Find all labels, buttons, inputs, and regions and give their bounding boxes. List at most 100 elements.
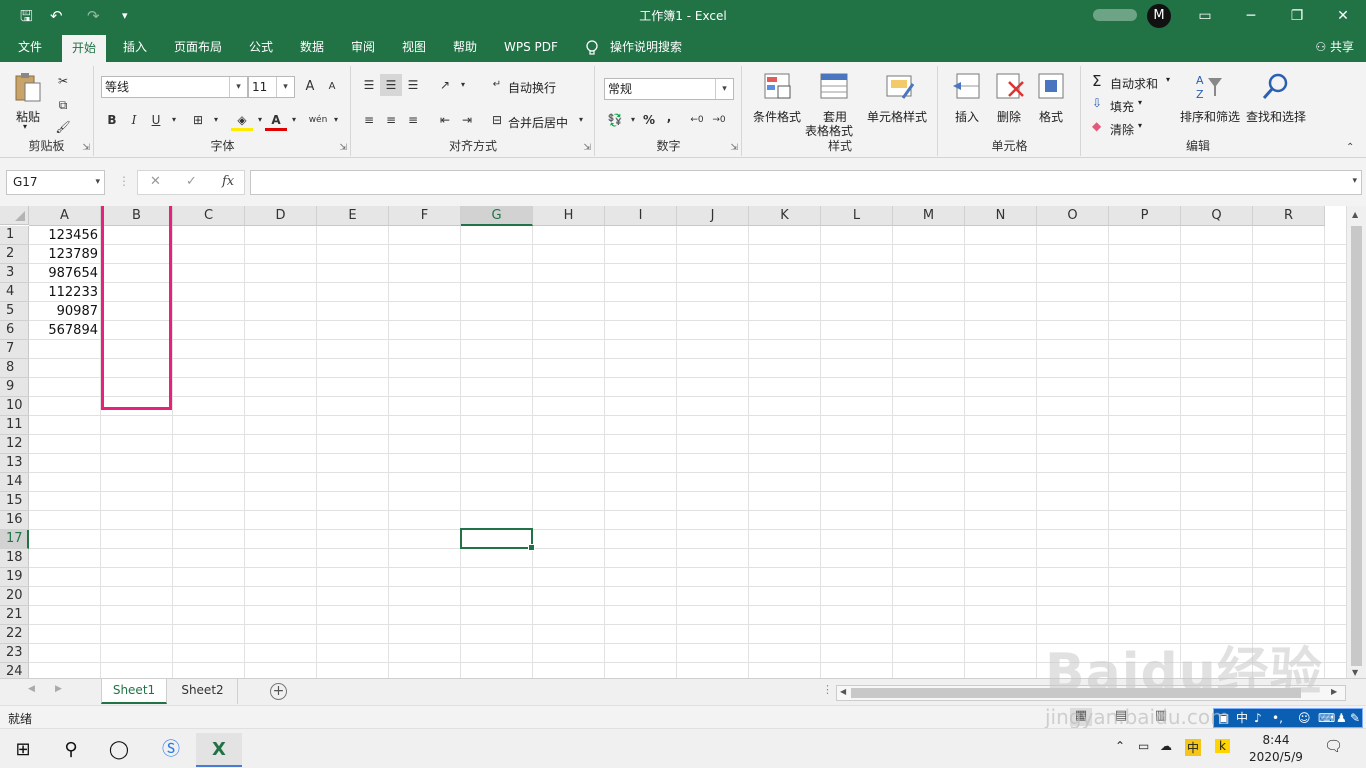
chevron-down-icon[interactable]: ▾ <box>229 77 247 97</box>
insert-cells-button[interactable]: 插入 <box>949 70 987 136</box>
row-header-5[interactable]: 5 <box>0 302 29 321</box>
column-header-p[interactable]: P <box>1109 206 1181 226</box>
cell-a2[interactable]: 123789 <box>29 245 100 264</box>
align-bottom-icon[interactable]: ☰ <box>402 74 424 96</box>
merge-center-button[interactable]: 合并后居中 <box>508 114 568 131</box>
column-header-d[interactable]: D <box>245 206 317 226</box>
row-header-12[interactable]: 12 <box>0 435 29 454</box>
dialog-launcher-icon[interactable]: ⇲ <box>730 143 738 153</box>
chevron-down-icon[interactable]: ▾ <box>1138 121 1142 130</box>
worksheet-grid[interactable]: ABCDEFGHIJKLMNOPQR 1 2 3 4 5 6 7 8 9 10 11 12 13 14 15… <box>0 206 1346 678</box>
fill-button[interactable]: 填充 <box>1110 98 1134 115</box>
windows-start-icon[interactable]: ⊞ <box>0 733 46 767</box>
decrease-decimal-icon[interactable]: →0 <box>708 109 730 131</box>
chevron-down-icon[interactable]: ▾ <box>325 109 347 131</box>
row-header-2[interactable]: 2 <box>0 245 29 264</box>
ime-toolbar[interactable]: ▣ 中 ♪ •, ☺ ⌨ ♟ ✎ <box>1213 708 1363 728</box>
column-header-r[interactable]: R <box>1253 206 1325 226</box>
shrink-font-button[interactable]: A <box>321 76 343 98</box>
wrap-text-button[interactable]: 自动换行 <box>508 79 556 96</box>
chevron-down-icon[interactable]: ▾ <box>452 74 474 96</box>
increase-decimal-icon[interactable]: ←0 <box>686 109 708 131</box>
formula-input[interactable]: ▾ <box>250 170 1362 195</box>
align-left-icon[interactable]: ≡ <box>358 109 380 131</box>
chevron-down-icon[interactable]: ▾ <box>283 109 305 131</box>
row-header-6[interactable]: 6 <box>0 321 29 340</box>
tab-data[interactable]: 数据 <box>290 32 334 62</box>
notification-icon[interactable]: 🗨 <box>1324 737 1343 755</box>
customize-quick-access-icon[interactable]: ▾ <box>122 6 128 26</box>
page-break-view-icon[interactable]: ▥ <box>1150 708 1172 726</box>
scroll-down-icon[interactable]: ▼ <box>1352 668 1358 677</box>
font-size-combo[interactable]: 11 ▾ <box>248 76 295 98</box>
row-header-23[interactable]: 23 <box>0 644 29 663</box>
align-top-icon[interactable]: ☰ <box>358 74 380 96</box>
smile-icon[interactable]: ☺ <box>1298 709 1311 727</box>
column-header-k[interactable]: K <box>749 206 821 226</box>
row-header-20[interactable]: 20 <box>0 587 29 606</box>
column-header-i[interactable]: I <box>605 206 677 226</box>
sheet-tab-sheet2[interactable]: Sheet2 <box>168 679 238 704</box>
user-icon[interactable]: ♟ <box>1336 709 1347 727</box>
chevron-down-icon[interactable]: ▾ <box>1166 75 1170 84</box>
row-header-14[interactable]: 14 <box>0 473 29 492</box>
grow-font-button[interactable]: A <box>299 76 321 98</box>
column-header-j[interactable]: J <box>677 206 749 226</box>
ribbon-display-options-icon[interactable]: ▭ <box>1182 0 1228 32</box>
bold-button[interactable]: B <box>101 109 123 131</box>
chevron-down-icon[interactable]: ▾ <box>95 171 100 194</box>
tab-review[interactable]: 审阅 <box>341 32 385 62</box>
row-header-21[interactable]: 21 <box>0 606 29 625</box>
avatar[interactable]: M <box>1147 4 1171 28</box>
row-header-10[interactable]: 10 <box>0 397 29 416</box>
row-header-19[interactable]: 19 <box>0 568 29 587</box>
save-icon[interactable]: 🖫 <box>20 6 33 26</box>
onedrive-icon[interactable]: ☁ <box>1160 739 1172 753</box>
task-view-icon[interactable]: ◯ <box>96 733 142 767</box>
chevron-down-icon[interactable]: ▾ <box>715 79 733 99</box>
add-sheet-icon[interactable]: + <box>270 683 287 700</box>
format-cells-button[interactable]: 格式 <box>1033 70 1071 136</box>
cell-a5[interactable]: 90987 <box>29 302 100 321</box>
chevron-down-icon[interactable]: ▾ <box>1138 98 1142 107</box>
delete-cells-button[interactable]: 删除 <box>991 70 1029 136</box>
enter-icon[interactable]: ✓ <box>186 174 197 189</box>
tab-formulas[interactable]: 公式 <box>239 32 283 62</box>
drag-handle-icon[interactable]: ⋮ <box>118 174 130 188</box>
ime-symbol[interactable]: ♪ <box>1254 709 1262 727</box>
increase-indent-icon[interactable]: ⇥ <box>456 109 478 131</box>
tell-me-search[interactable]: 操作说明搜索 <box>600 32 692 62</box>
copy-icon[interactable]: ⧉ <box>52 94 74 116</box>
page-layout-view-icon[interactable]: ▤ <box>1110 708 1132 726</box>
system-clock[interactable]: 8:44 2020/5/9 <box>1240 732 1312 766</box>
column-header-a[interactable]: A <box>29 206 101 226</box>
tab-home[interactable]: 开始 <box>62 35 107 62</box>
align-middle-icon[interactable]: ☰ <box>380 74 402 96</box>
chevron-down-icon[interactable]: ▾ <box>276 77 294 97</box>
column-header-e[interactable]: E <box>317 206 389 226</box>
cancel-icon[interactable]: ✕ <box>150 174 161 189</box>
battery-icon[interactable]: ▭ <box>1138 739 1149 753</box>
share-button[interactable]: ⚇ 共享 <box>1315 32 1354 62</box>
tab-insert[interactable]: 插入 <box>113 32 157 62</box>
column-header-o[interactable]: O <box>1037 206 1109 226</box>
dialog-launcher-icon[interactable]: ⇲ <box>339 143 347 153</box>
chevron-down-icon[interactable]: ▾ <box>1352 176 1357 186</box>
tab-view[interactable]: 视图 <box>392 32 436 62</box>
cell-a3[interactable]: 987654 <box>29 264 100 283</box>
k-app-icon[interactable]: k <box>1215 739 1230 753</box>
close-button[interactable]: ✕ <box>1320 0 1366 32</box>
sogou-browser-icon[interactable]: Ⓢ <box>148 733 194 767</box>
active-cell-g17[interactable] <box>460 528 535 551</box>
column-header-f[interactable]: F <box>389 206 461 226</box>
chevron-down-icon[interactable]: ▾ <box>205 109 227 131</box>
decrease-indent-icon[interactable]: ⇤ <box>434 109 456 131</box>
align-right-icon[interactable]: ≡ <box>402 109 424 131</box>
row-header-22[interactable]: 22 <box>0 625 29 644</box>
column-header-h[interactable]: H <box>533 206 605 226</box>
horizontal-scrollbar[interactable]: ◀ ▶ <box>836 685 1346 701</box>
insert-function-icon[interactable]: fx <box>222 174 234 189</box>
dialog-launcher-icon[interactable]: ⇲ <box>583 143 591 153</box>
minimize-button[interactable]: ─ <box>1228 0 1274 32</box>
cell-a4[interactable]: 112233 <box>29 283 100 302</box>
